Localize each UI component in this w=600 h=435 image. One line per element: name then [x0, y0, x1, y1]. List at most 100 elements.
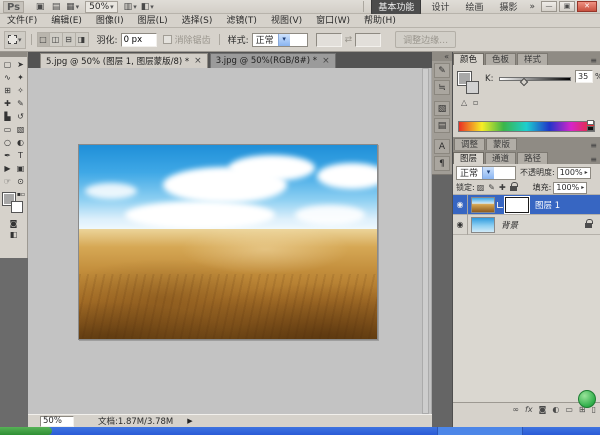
menu-view[interactable]: 视图(V) — [264, 14, 309, 28]
panel-menu-icon[interactable]: ≡ — [590, 141, 597, 150]
layer-style-icon[interactable]: fx — [525, 405, 533, 414]
tab-color[interactable]: 颜色 — [453, 53, 484, 65]
clone-stamp-tool[interactable]: ▙ — [1, 110, 14, 123]
refine-edge-button[interactable]: 调整边缘… — [395, 31, 456, 48]
canvas[interactable] — [28, 68, 432, 414]
rectangular-marquee-tool[interactable]: ▢ — [1, 58, 14, 71]
workspace-overflow-button[interactable]: » — [529, 2, 535, 12]
link-dimensions-icon[interactable]: ⇄ — [345, 35, 353, 45]
link-layers-icon[interactable]: ∞ — [512, 405, 519, 414]
workspace-painting-button[interactable]: 绘画 — [459, 0, 489, 14]
layer-group-icon[interactable]: ▭ — [565, 405, 573, 414]
menu-file[interactable]: 文件(F) — [0, 14, 44, 28]
lock-position-icon[interactable]: ✚ — [499, 183, 506, 192]
delete-layer-icon[interactable]: ▯ — [592, 405, 596, 414]
width-input[interactable] — [316, 33, 342, 47]
tab-layers[interactable]: 图层 — [453, 152, 484, 164]
blur-tool[interactable]: ○ — [1, 136, 14, 149]
brush-tool[interactable]: ✎ — [14, 97, 27, 110]
menu-filter[interactable]: 滤镜(T) — [219, 14, 264, 28]
windows-taskbar[interactable] — [0, 427, 600, 435]
menu-help[interactable]: 帮助(H) — [357, 14, 403, 28]
lock-all-icon[interactable] — [510, 186, 517, 191]
bridge-icon[interactable]: ▣ — [33, 1, 47, 13]
menu-edit[interactable]: 编辑(E) — [44, 14, 89, 28]
spectrum-white-swatch[interactable] — [587, 120, 594, 125]
visibility-eye-icon[interactable]: ◉ — [453, 195, 468, 215]
selection-mode-new-button[interactable]: □ — [37, 32, 50, 47]
character-panel-icon[interactable]: A — [434, 139, 450, 154]
lasso-tool[interactable]: ∿ — [1, 71, 14, 84]
layer-comps-panel-icon[interactable]: ▤ — [434, 118, 450, 133]
pen-tool[interactable]: ✒ — [1, 149, 14, 162]
antialias-checkbox[interactable] — [163, 35, 172, 44]
layer-name[interactable]: 背景 — [501, 219, 518, 231]
clone-source-panel-icon[interactable]: ≒ — [434, 80, 450, 95]
menu-image[interactable]: 图像(I) — [89, 14, 131, 28]
path-selection-tool[interactable]: ▶ — [1, 162, 14, 175]
tab-adjustments[interactable]: 调整 — [454, 138, 485, 150]
panel-menu-icon[interactable]: ≡ — [590, 56, 597, 65]
expand-dock-icon[interactable]: « — [432, 52, 452, 61]
color-spectrum-ramp[interactable] — [458, 121, 595, 132]
blend-mode-select[interactable]: 正常 ▾ — [456, 166, 516, 180]
selection-mode-intersect-button[interactable]: ◨ — [76, 32, 89, 47]
close-tab-icon[interactable]: × — [322, 56, 330, 66]
document-tab-inactive[interactable]: 3.jpg @ 50%(RGB/8#) * × — [210, 53, 336, 68]
panel-background-swatch[interactable] — [466, 81, 479, 94]
selection-mode-add-button[interactable]: ◫ — [50, 32, 63, 47]
document-tab-active[interactable]: 5.jpg @ 50% (图层 1, 图层蒙版/8) * × — [40, 53, 208, 68]
canvas-vertical-scrollbar[interactable] — [422, 68, 429, 414]
tab-channels[interactable]: 通道 — [485, 152, 516, 164]
tool-preset-picker[interactable]: ▾ — [4, 31, 26, 49]
background-color-swatch[interactable] — [11, 201, 23, 213]
spectrum-black-swatch[interactable] — [587, 126, 594, 131]
zoom-tool[interactable]: ⊙ — [14, 175, 27, 188]
notification-badge-icon[interactable] — [578, 390, 596, 408]
lock-image-icon[interactable]: ✎ — [488, 183, 495, 192]
layer-name[interactable]: 图层 1 — [535, 199, 560, 211]
lock-transparent-icon[interactable]: ▨ — [477, 183, 485, 192]
screen-mode-button[interactable]: ◧ — [7, 230, 21, 239]
gamut-warning-icon[interactable]: △ — [461, 98, 467, 107]
fill-input[interactable]: 100% ▸ — [553, 182, 587, 194]
menu-select[interactable]: 选择(S) — [175, 14, 220, 28]
tab-swatches[interactable]: 色板 — [485, 53, 516, 65]
paragraph-panel-icon[interactable]: ¶ — [434, 156, 450, 171]
restore-button[interactable]: ▣ — [559, 1, 575, 12]
close-tab-icon[interactable]: × — [194, 56, 202, 66]
menu-layer[interactable]: 图层(L) — [131, 14, 175, 28]
quick-mask-button[interactable]: ◙ — [7, 219, 21, 228]
spot-healing-brush-tool[interactable]: ✚ — [1, 97, 14, 110]
view-extras-icon[interactable]: ▦▾ — [65, 1, 80, 13]
zoom-level-control[interactable]: 50%▾ — [85, 1, 118, 13]
hand-tool[interactable]: ☞ — [1, 175, 14, 188]
move-tool[interactable]: ➤ — [14, 58, 27, 71]
layer-row-layer1[interactable]: ◉ 图层 1 — [453, 195, 600, 215]
opacity-input[interactable]: 100% ▸ — [557, 167, 591, 179]
status-expand-icon[interactable]: ▶ — [187, 417, 192, 425]
history-brush-tool[interactable]: ↺ — [14, 110, 27, 123]
mini-bridge-icon[interactable]: ▤ — [49, 1, 63, 13]
type-tool[interactable]: T — [14, 149, 27, 162]
workspace-design-button[interactable]: 设计 — [425, 0, 455, 14]
crop-tool[interactable]: ⊞ — [1, 84, 14, 97]
layer-mask-thumbnail[interactable] — [505, 197, 529, 213]
arrange-documents-icon[interactable]: ▥▾ — [123, 1, 138, 13]
brush-panel-icon[interactable]: ✎ — [434, 63, 450, 78]
screen-mode-icon[interactable]: ◧▾ — [140, 1, 155, 13]
height-input[interactable] — [355, 33, 381, 47]
layer-row-background[interactable]: ◉ 背景 — [453, 215, 600, 235]
layer-thumbnail[interactable] — [471, 217, 495, 233]
styles-panel-icon[interactable]: ▧ — [434, 101, 450, 116]
status-zoom-input[interactable]: 50% — [40, 416, 74, 427]
k-slider-track[interactable] — [499, 77, 571, 81]
quick-selection-tool[interactable]: ✦ — [14, 71, 27, 84]
feather-input[interactable] — [121, 33, 157, 47]
layer-thumbnail[interactable] — [471, 197, 495, 213]
tab-styles[interactable]: 样式 — [517, 53, 548, 65]
k-value-input[interactable]: 35 — [575, 70, 593, 83]
minimize-button[interactable]: — — [541, 1, 557, 12]
add-layer-mask-icon[interactable]: ◙ — [539, 405, 547, 414]
eraser-tool[interactable]: ▭ — [1, 123, 14, 136]
